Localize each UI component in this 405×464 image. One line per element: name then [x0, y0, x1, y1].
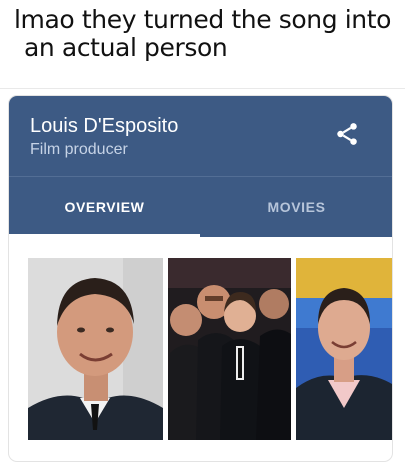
- share-icon[interactable]: [334, 121, 360, 147]
- meme-caption: lmao they turned the song into an actual…: [14, 6, 394, 62]
- caption-line-1: lmao they turned the song into: [14, 5, 392, 34]
- panel-header: Louis D'Esposito Film producer: [9, 96, 392, 176]
- image-carousel: [9, 258, 392, 440]
- active-tab-indicator: [9, 234, 200, 237]
- tab-movies[interactable]: MOVIES: [201, 177, 392, 237]
- portrait-photo[interactable]: [28, 258, 163, 440]
- entity-name: Louis D'Esposito: [30, 115, 179, 137]
- tab-overview[interactable]: OVERVIEW: [9, 177, 200, 237]
- group-photo[interactable]: [168, 258, 291, 440]
- caption-line-2: an actual person: [24, 33, 228, 62]
- entity-subtitle: Film producer: [30, 141, 128, 158]
- panel-tabs: OVERVIEW MOVIES: [9, 176, 392, 237]
- knowledge-panel: Louis D'Esposito Film producer OVERVIEW …: [9, 96, 392, 461]
- premiere-photo[interactable]: [296, 258, 392, 440]
- divider: [0, 88, 405, 89]
